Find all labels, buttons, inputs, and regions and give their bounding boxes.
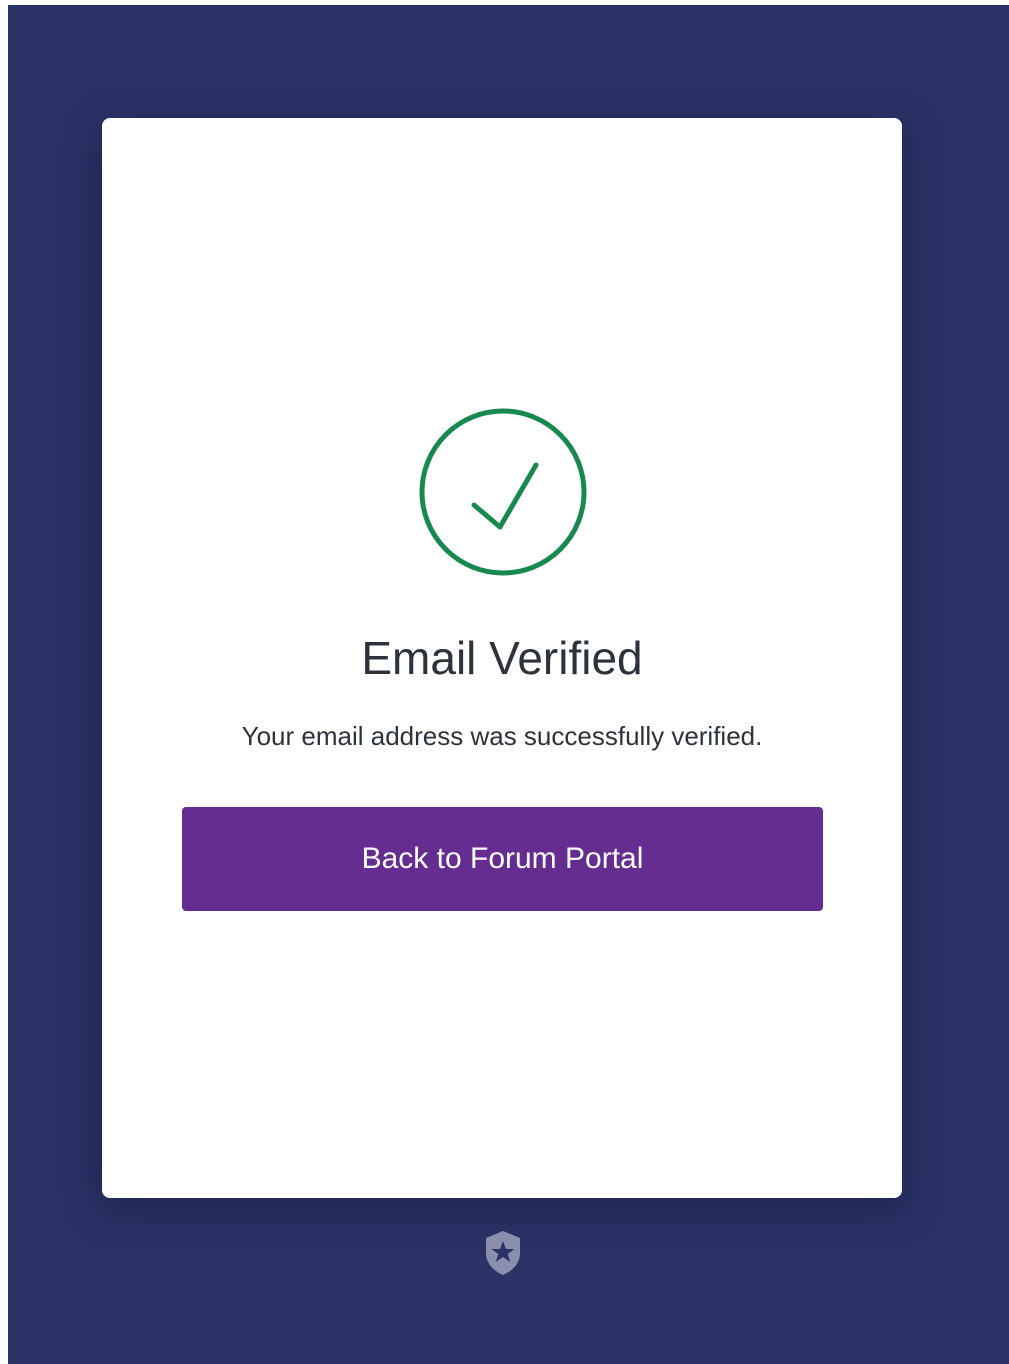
- verification-card: Email Verified Your email address was su…: [102, 118, 902, 1198]
- verification-message: Your email address was successfully veri…: [241, 721, 763, 751]
- page-background: Email Verified Your email address was su…: [8, 5, 1009, 1364]
- auth0-shield-logo-icon: [486, 1231, 520, 1275]
- checkmark-circle-icon: [419, 408, 587, 576]
- page-title: Email Verified: [361, 632, 643, 684]
- back-to-portal-button[interactable]: Back to Forum Portal: [182, 807, 823, 911]
